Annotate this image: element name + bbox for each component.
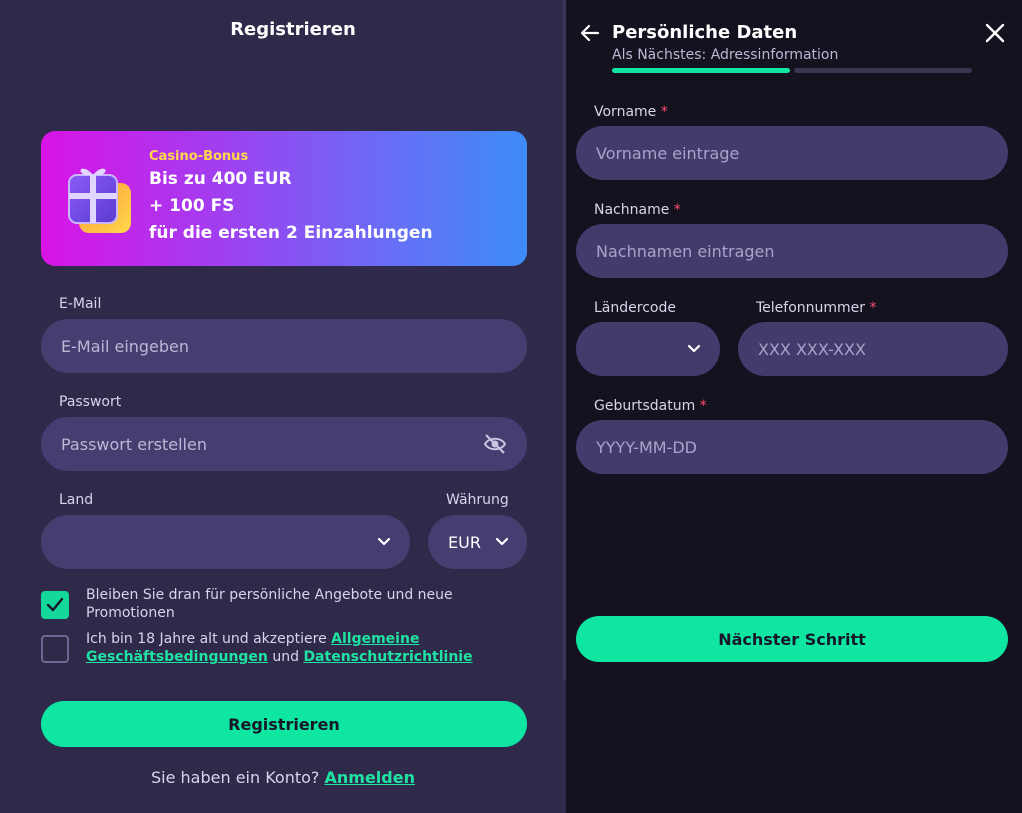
step-subtitle: Als Nächstes: Adressinformation <box>612 47 839 63</box>
terms-and-text: und <box>267 649 304 665</box>
birthdate-field[interactable]: YYYY-MM-DD <box>576 420 1008 474</box>
chevron-down-icon <box>495 537 509 546</box>
required-mark: * <box>869 300 877 316</box>
terms-text: Ich bin 18 Jahre alt und akzeptiere <box>86 631 332 647</box>
bonus-banner[interactable]: Casino-Bonus Bis zu 400 EUR + 100 FS für… <box>41 131 527 266</box>
terms-link-general[interactable]: Allgemeine <box>331 631 419 647</box>
first-name-placeholder: Vorname eintrage <box>596 143 740 163</box>
birthdate-label-text: Geburtsdatum <box>594 398 696 414</box>
phone-field[interactable]: XXX XXX-XXX <box>738 322 1008 376</box>
last-name-label-text: Nachname <box>594 202 670 218</box>
country-code-label: Ländercode <box>594 300 676 316</box>
terms-checkbox[interactable] <box>41 635 69 663</box>
eye-slash-icon[interactable] <box>483 433 507 455</box>
chevron-down-icon <box>377 537 391 546</box>
birthdate-placeholder: YYYY-MM-DD <box>596 437 697 457</box>
step-title: Persönliche Daten <box>612 22 798 43</box>
back-arrow-icon[interactable] <box>579 22 601 44</box>
currency-value: EUR <box>448 532 481 552</box>
password-placeholder: Passwort erstellen <box>61 434 207 454</box>
last-name-label: Nachname * <box>594 202 681 218</box>
phone-label: Telefonnummer * <box>756 300 877 316</box>
gift-box-icon <box>68 168 131 233</box>
required-mark: * <box>699 398 707 414</box>
login-prompt: Sie haben ein Konto? Anmelden <box>0 768 566 787</box>
bonus-free-spins: + 100 FS <box>149 196 235 216</box>
personal-data-panel: Persönliche Daten Als Nächstes: Adressin… <box>566 0 1022 813</box>
birthdate-label: Geburtsdatum * <box>594 398 707 414</box>
first-name-field[interactable]: Vorname eintrage <box>576 126 1008 180</box>
phone-placeholder: XXX XXX-XXX <box>758 339 866 359</box>
required-mark: * <box>660 104 668 120</box>
country-label: Land <box>59 492 94 508</box>
phone-label-text: Telefonnummer <box>756 300 866 316</box>
email-field[interactable]: E-Mail eingeben <box>41 319 527 373</box>
first-name-label: Vorname * <box>594 104 668 120</box>
close-icon[interactable] <box>984 22 1006 44</box>
offers-checkbox[interactable] <box>41 591 69 619</box>
terms-checkbox-label: Ich bin 18 Jahre alt und akzeptiere Allg… <box>86 630 486 666</box>
currency-label: Währung <box>446 492 509 508</box>
currency-select[interactable]: EUR <box>428 515 527 569</box>
register-button[interactable]: Registrieren <box>41 701 527 747</box>
page-title: Registrieren <box>230 19 356 40</box>
offers-checkbox-label: Bleiben Sie dran für persönliche Angebot… <box>86 587 453 621</box>
bonus-condition: für die ersten 2 Einzahlungen <box>149 223 433 243</box>
terms-link-conditions[interactable]: Geschäftsbedingungen <box>86 649 268 665</box>
chevron-down-icon <box>687 344 701 353</box>
required-mark: * <box>673 202 681 218</box>
email-label: E-Mail <box>59 296 102 312</box>
first-name-label-text: Vorname <box>594 104 657 120</box>
registration-panel: Registrieren Casino-Bonus Bis zu 400 EUR… <box>0 0 566 813</box>
login-prompt-text: Sie haben ein Konto? <box>151 768 320 787</box>
bonus-kicker: Casino-Bonus <box>149 149 249 164</box>
progress-step-active <box>612 68 790 73</box>
email-placeholder: E-Mail eingeben <box>61 336 190 356</box>
last-name-placeholder: Nachnamen eintragen <box>596 241 775 261</box>
country-select[interactable] <box>41 515 410 569</box>
country-code-select[interactable] <box>576 322 720 376</box>
password-field[interactable]: Passwort erstellen <box>41 417 527 471</box>
password-label: Passwort <box>59 394 122 410</box>
next-step-button[interactable]: Nächster Schritt <box>576 616 1008 662</box>
login-link[interactable]: Anmelden <box>325 768 415 787</box>
bonus-amount: Bis zu 400 EUR <box>149 169 292 189</box>
last-name-field[interactable]: Nachnamen eintragen <box>576 224 1008 278</box>
checkmark-icon <box>46 597 64 612</box>
privacy-link[interactable]: Datenschutzrichtlinie <box>303 649 472 665</box>
progress-step-remaining <box>794 68 972 73</box>
